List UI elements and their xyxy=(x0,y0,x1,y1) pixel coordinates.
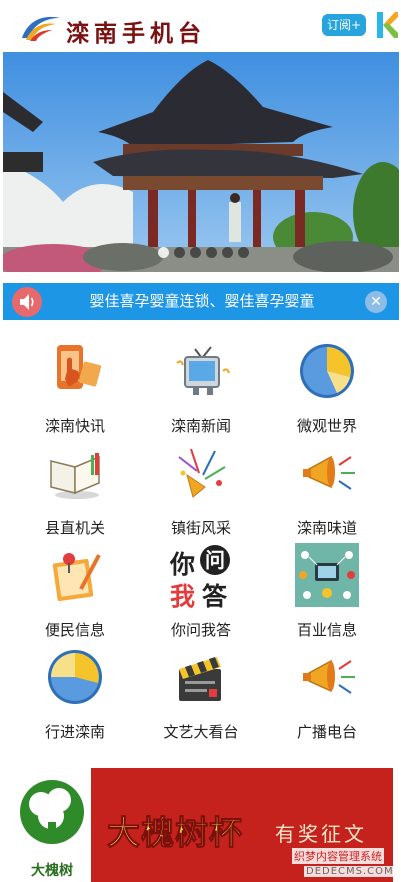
tree-logo-icon xyxy=(20,780,84,844)
app-title: 滦南手机台 xyxy=(66,20,206,47)
carousel-dot[interactable] xyxy=(190,247,201,258)
qa-char-circle: 问 xyxy=(200,545,230,575)
swoosh-logo-icon xyxy=(22,16,60,41)
ad-banner[interactable]: 大槐树 大槐树杯 有奖征文 xyxy=(13,768,393,882)
ad-brand-panel: 大槐树 xyxy=(13,768,91,882)
business-network-icon xyxy=(295,543,359,607)
ad-brand-label: 大槐树 xyxy=(31,863,73,879)
carousel-indicators xyxy=(158,247,249,258)
pavilion-photo xyxy=(3,52,399,272)
qa-char-1: 你 xyxy=(170,550,196,579)
grid-item-label: 滦南味道 xyxy=(296,519,357,537)
grid-item-arts-stage[interactable]: 文艺大看台 xyxy=(134,641,268,743)
qa-char-2: 我 xyxy=(170,582,196,611)
grid-item-town-showcase[interactable]: 镇街风采 xyxy=(134,437,268,539)
megaphone-icon xyxy=(303,659,355,694)
grid-item-label: 便民信息 xyxy=(44,621,105,639)
close-icon[interactable]: ✕ xyxy=(365,291,387,313)
grid-item-label: 百业信息 xyxy=(296,621,357,639)
grid-item-advancing-luannan[interactable]: 行进滦南 xyxy=(8,641,142,743)
carousel-dot[interactable] xyxy=(222,247,233,258)
grid-item-radio-station[interactable]: 广播电台 xyxy=(260,641,394,743)
grid-item-business-info[interactable]: 百业信息 xyxy=(260,539,394,641)
subscribe-button[interactable]: 订阅+ xyxy=(322,14,366,36)
notice-bar[interactable]: 婴佳喜孕婴童连锁、婴佳喜孕婴童 ✕ xyxy=(3,283,399,320)
notepad-pin-icon xyxy=(52,553,101,602)
grid-item-label: 微观世界 xyxy=(296,417,357,435)
qa-char-3: 答 xyxy=(202,582,228,611)
watermark-text: 织梦内容管理系统 xyxy=(292,848,384,864)
grid-item-label: 镇街风采 xyxy=(170,519,231,537)
grid-item-public-info[interactable]: 便民信息 xyxy=(8,539,142,641)
open-book-icon xyxy=(50,453,100,499)
grid-item-county-agencies[interactable]: 县直机关 xyxy=(8,437,142,539)
pie-chart-icon xyxy=(48,650,102,704)
grid-item-label: 行进滦南 xyxy=(44,723,105,741)
party-popper-icon xyxy=(178,448,226,498)
carousel-dot[interactable] xyxy=(158,247,169,258)
grid-item-micro-world[interactable]: 微观世界 xyxy=(260,335,394,437)
qa-text-icon: 你 问 我 答 xyxy=(170,545,232,611)
grid-item-label: 滦南新闻 xyxy=(170,417,231,435)
grid-item-label: 滦南快讯 xyxy=(44,417,105,435)
grid-item-luannan-express[interactable]: 滦南快讯 xyxy=(8,335,142,437)
k-app-icon[interactable] xyxy=(376,11,398,39)
speaker-icon xyxy=(12,287,42,317)
ad-subtitle: 有奖征文 xyxy=(275,822,367,846)
grid-item-label: 你问我答 xyxy=(170,621,231,639)
grid-item-luannan-flavor[interactable]: 滦南味道 xyxy=(260,437,394,539)
grid-item-label: 县直机关 xyxy=(44,519,105,537)
watermark-url: DEDECMS.COM xyxy=(304,866,396,877)
carousel-dot[interactable] xyxy=(174,247,185,258)
pie-chart-icon xyxy=(300,344,354,398)
ad-title: 大槐树杯 xyxy=(107,813,243,853)
grid-item-label: 广播电台 xyxy=(296,723,357,741)
grid-item-label: 文艺大看台 xyxy=(163,723,239,741)
app-header: 滦南手机台 订阅+ xyxy=(0,0,401,52)
phone-hand-icon xyxy=(57,345,102,389)
grid-item-luannan-news[interactable]: 滦南新闻 xyxy=(134,335,268,437)
hero-carousel[interactable] xyxy=(3,52,399,272)
carousel-dot[interactable] xyxy=(206,247,217,258)
megaphone-icon xyxy=(303,455,355,490)
television-icon xyxy=(176,346,230,395)
clapperboard-icon xyxy=(179,657,221,701)
carousel-dot[interactable] xyxy=(238,247,249,258)
notice-text[interactable]: 婴佳喜孕婴童连锁、婴佳喜孕婴童 xyxy=(49,283,355,320)
grid-item-qa[interactable]: 你 问 我 答 你问我答 xyxy=(134,539,268,641)
